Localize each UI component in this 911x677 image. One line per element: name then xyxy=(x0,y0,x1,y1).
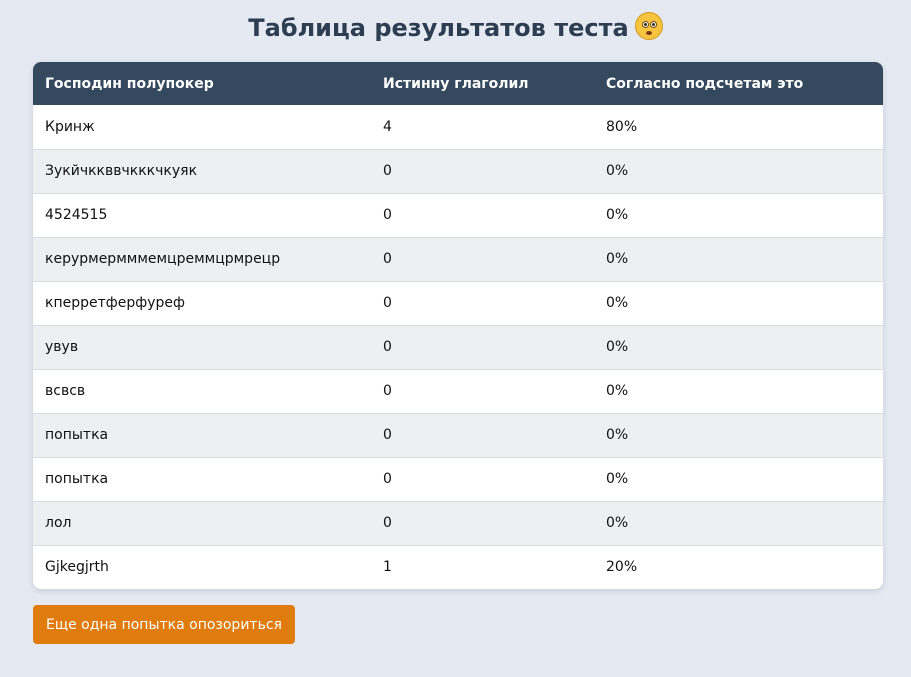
cell-name: попытка xyxy=(33,456,371,501)
cell-name: Зукйчккввчкккчкуяк xyxy=(33,148,371,193)
cell-percent: 0% xyxy=(594,412,883,457)
cell-percent: 0% xyxy=(594,192,883,237)
column-header-correct: Истинну глаголил xyxy=(383,75,529,92)
table-row: 4524515 0 0% xyxy=(33,192,883,237)
results-table: Господин полупокер Истинну глаголил Согл… xyxy=(33,62,883,589)
column-header-name: Господин полупокер xyxy=(45,75,214,92)
cell-percent: 20% xyxy=(594,544,883,589)
table-row: всвсв 0 0% xyxy=(33,368,883,413)
cell-name: лол xyxy=(33,500,371,545)
cell-percent: 0% xyxy=(594,500,883,545)
table-row: Зукйчккввчкккчкуяк 0 0% xyxy=(33,148,883,193)
table-row: попытка 0 0% xyxy=(33,456,883,501)
cell-correct: 0 xyxy=(371,324,594,369)
cell-name: попытка xyxy=(33,412,371,457)
cell-correct: 0 xyxy=(371,236,594,281)
table-row: лол 0 0% xyxy=(33,500,883,545)
cell-name: увув xyxy=(33,324,371,369)
table-row: увув 0 0% xyxy=(33,324,883,369)
cell-correct: 4 xyxy=(383,118,392,135)
cell-name: Кринж xyxy=(45,118,95,135)
cell-percent: 0% xyxy=(594,236,883,281)
table-header-row: Господин полупокер Истинну глаголил Согл… xyxy=(33,62,883,105)
retry-button[interactable]: Еще одна попытка опозориться xyxy=(33,605,295,644)
table-row: кперретферфуреф 0 0% xyxy=(33,280,883,325)
cell-correct: 1 xyxy=(371,544,594,589)
cell-correct: 0 xyxy=(371,280,594,325)
page-title: Таблица результатов теста xyxy=(0,10,911,46)
cell-name: Gjkegjrth xyxy=(33,544,371,589)
column-header-percent: Согласно подсчетам это xyxy=(606,75,804,92)
flushed-face-icon xyxy=(634,12,663,40)
cell-percent: 0% xyxy=(594,280,883,325)
table-row: керурмермммемцреммцрмрецр 0 0% xyxy=(33,236,883,281)
cell-correct: 0 xyxy=(371,412,594,457)
cell-correct: 0 xyxy=(371,500,594,545)
cell-name: всвсв xyxy=(33,368,371,413)
cell-percent: 0% xyxy=(594,148,883,193)
table-row: попытка 0 0% xyxy=(33,412,883,457)
results-table-card: Господин полупокер Истинну глаголил Согл… xyxy=(33,62,883,589)
cell-name: керурмермммемцреммцрмрецр xyxy=(33,236,371,281)
table-body: Кринж 4 80% Зукйчккввчкккчкуяк 0 0% 4524… xyxy=(33,105,883,589)
page-title-text: Таблица результатов теста xyxy=(248,14,629,42)
table-row: Кринж 4 80% xyxy=(33,105,883,149)
cell-percent: 80% xyxy=(606,118,638,135)
cell-correct: 0 xyxy=(371,148,594,193)
cell-name: 4524515 xyxy=(33,192,371,237)
cell-percent: 0% xyxy=(594,456,883,501)
cell-correct: 0 xyxy=(371,368,594,413)
table-row: Gjkegjrth 1 20% xyxy=(33,544,883,589)
cell-percent: 0% xyxy=(594,368,883,413)
cell-correct: 0 xyxy=(371,192,594,237)
cell-percent: 0% xyxy=(594,324,883,369)
cell-name: кперретферфуреф xyxy=(33,280,371,325)
cell-correct: 0 xyxy=(371,456,594,501)
